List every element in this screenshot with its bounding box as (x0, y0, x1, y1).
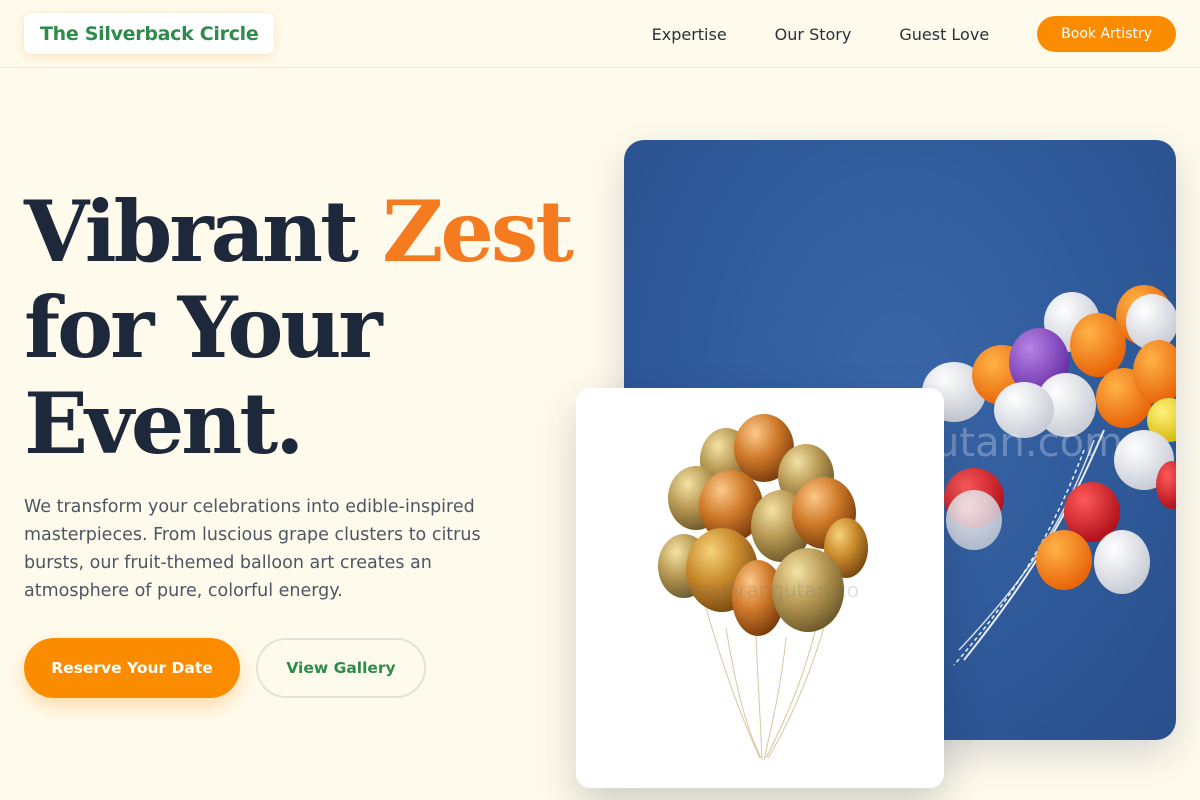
site-header: The Silverback Circle Expertise Our Stor… (0, 0, 1200, 68)
nav-link-our-story[interactable]: Our Story (775, 25, 852, 44)
main-nav: Expertise Our Story Guest Love Book Arti… (652, 16, 1176, 52)
book-artistry-button[interactable]: Book Artistry (1037, 16, 1176, 52)
headline-vibrant: Vibrant (24, 182, 383, 281)
gold-balloons-image: unnyorangutan.co (576, 388, 944, 788)
headline-accent-zest: Zest (382, 182, 574, 281)
view-gallery-button[interactable]: View Gallery (256, 638, 426, 698)
headline-line-2: for Your (24, 278, 383, 377)
gold-balloons-illustration (658, 414, 868, 761)
nav-link-guest-love[interactable]: Guest Love (899, 25, 989, 44)
nav-link-expertise[interactable]: Expertise (652, 25, 727, 44)
headline-line-3: Event. (24, 374, 304, 473)
hero-description: We transform your celebrations into edib… (24, 497, 481, 601)
hero-headline: Vibrant Zest for Your Event. (24, 184, 604, 472)
reserve-date-button[interactable]: Reserve Your Date (24, 638, 240, 698)
brand-logo[interactable]: The Silverback Circle (24, 13, 275, 54)
